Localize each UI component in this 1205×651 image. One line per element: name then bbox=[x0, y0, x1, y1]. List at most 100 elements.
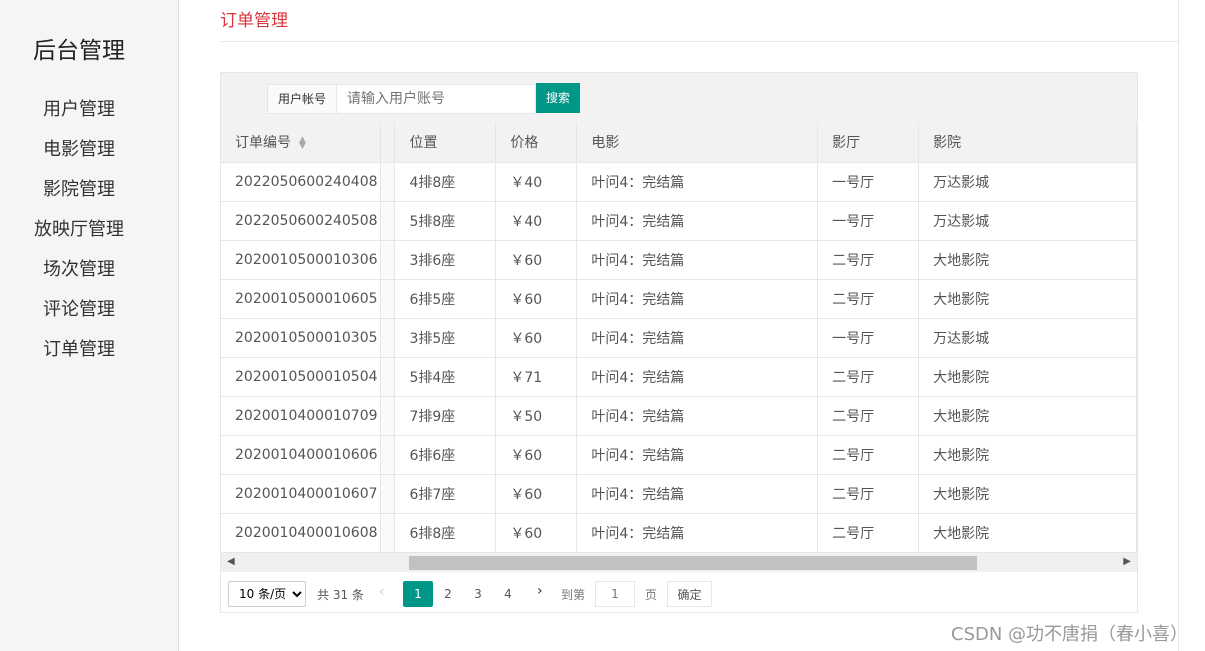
column-gap bbox=[380, 435, 396, 475]
cell-seat: 6排7座 bbox=[394, 474, 497, 514]
cell-order-id: 2020010400010608 bbox=[221, 513, 382, 553]
cell-movie: 叶问4：完结篇 bbox=[576, 279, 819, 319]
cell-seat: 3排5座 bbox=[394, 318, 497, 358]
horizontal-scrollbar[interactable]: ◀ ▶ bbox=[221, 552, 1137, 572]
cell-order-id: 2022050600240408 bbox=[221, 162, 382, 202]
sidebar-item-cinemas[interactable]: 影院管理 bbox=[0, 170, 158, 210]
sidebar-item-halls[interactable]: 放映厅管理 bbox=[0, 210, 158, 250]
column-gap bbox=[380, 474, 396, 514]
sidebar-item-users[interactable]: 用户管理 bbox=[0, 90, 158, 130]
cell-price: ￥50 bbox=[495, 396, 578, 436]
column-gap bbox=[380, 396, 396, 436]
cell-seat: 6排6座 bbox=[394, 435, 497, 475]
column-gap bbox=[380, 123, 396, 163]
cell-cinema: 大地影院 bbox=[918, 279, 1137, 319]
column-header-movie: 电影 bbox=[576, 123, 819, 163]
sidebar-item-orders[interactable]: 订单管理 bbox=[0, 330, 158, 370]
cell-movie: 叶问4：完结篇 bbox=[576, 318, 819, 358]
cell-price: ￥60 bbox=[495, 279, 578, 319]
cell-cinema: 万达影城 bbox=[918, 162, 1137, 202]
cell-price: ￥71 bbox=[495, 357, 578, 397]
column-header-order-id[interactable]: 订单编号 ▲ ▼ bbox=[221, 123, 382, 163]
cell-seat: 6排5座 bbox=[394, 279, 497, 319]
cell-movie: 叶问4：完结篇 bbox=[576, 513, 819, 553]
cell-hall: 二号厅 bbox=[817, 240, 920, 280]
pagination: 10 条/页 共 31 条 ‹ 1 2 3 4 › 到第 页 确定 bbox=[221, 573, 1137, 612]
page-3[interactable]: 3 bbox=[463, 581, 493, 607]
goto-page-input[interactable] bbox=[595, 581, 635, 607]
table-row: 2022050600240408 4排8座 ￥40 叶问4：完结篇 一号厅 万达影城 bbox=[221, 162, 1137, 202]
cell-hall: 二号厅 bbox=[817, 279, 920, 319]
table-row: 2020010500010605 6排5座 ￥60 叶问4：完结篇 二号厅 大地影院 bbox=[221, 279, 1137, 319]
cell-cinema: 大地影院 bbox=[918, 474, 1137, 514]
cell-movie: 叶问4：完结篇 bbox=[576, 474, 819, 514]
column-gap bbox=[380, 240, 396, 280]
total-count: 共 31 条 bbox=[317, 588, 364, 602]
cell-price: ￥60 bbox=[495, 474, 578, 514]
cell-movie: 叶问4：完结篇 bbox=[576, 162, 819, 202]
cell-price: ￥60 bbox=[495, 513, 578, 553]
cell-cinema: 万达影城 bbox=[918, 318, 1137, 358]
cell-order-id: 2020010500010306 bbox=[221, 240, 382, 280]
prev-page-icon[interactable]: ‹ bbox=[379, 584, 385, 600]
cell-seat: 5排4座 bbox=[394, 357, 497, 397]
column-header-hall: 影厅 bbox=[817, 123, 920, 163]
table-row: 2020010500010306 3排6座 ￥60 叶问4：完结篇 二号厅 大地影院 bbox=[221, 240, 1137, 280]
column-gap bbox=[380, 162, 396, 202]
table-body: 2022050600240408 4排8座 ￥40 叶问4：完结篇 一号厅 万达影城 202… bbox=[221, 162, 1137, 553]
cell-hall: 二号厅 bbox=[817, 435, 920, 475]
cell-hall: 二号厅 bbox=[817, 474, 920, 514]
page-4[interactable]: 4 bbox=[493, 581, 523, 607]
cell-seat: 7排9座 bbox=[394, 396, 497, 436]
cell-hall: 二号厅 bbox=[817, 357, 920, 397]
cell-order-id: 2020010400010709 bbox=[221, 396, 382, 436]
sidebar: 后台管理 用户管理 电影管理 影院管理 放映厅管理 场次管理 评论管理 订单管理 bbox=[0, 0, 179, 651]
sidebar-item-comments[interactable]: 评论管理 bbox=[0, 290, 158, 330]
scroll-right-icon[interactable]: ▶ bbox=[1123, 556, 1131, 567]
cell-cinema: 大地影院 bbox=[918, 513, 1137, 553]
page-1[interactable]: 1 bbox=[403, 581, 433, 607]
cell-price: ￥40 bbox=[495, 201, 578, 241]
column-gap bbox=[380, 318, 396, 358]
cell-order-id: 2022050600240508 bbox=[221, 201, 382, 241]
cell-cinema: 大地影院 bbox=[918, 396, 1137, 436]
cell-price: ￥60 bbox=[495, 240, 578, 280]
cell-hall: 一号厅 bbox=[817, 162, 920, 202]
sidebar-nav: 用户管理 电影管理 影院管理 放映厅管理 场次管理 评论管理 订单管理 bbox=[0, 90, 158, 370]
orders-table: 订单编号 ▲ ▼ 位置 价格 电影 影厅 影院 2022050600240408 4排… bbox=[221, 123, 1137, 553]
content-divider bbox=[1178, 0, 1179, 651]
cell-hall: 二号厅 bbox=[817, 513, 920, 553]
cell-hall: 一号厅 bbox=[817, 201, 920, 241]
page-unit-label: 页 bbox=[645, 588, 658, 602]
page-2[interactable]: 2 bbox=[433, 581, 463, 607]
scrollbar-thumb[interactable] bbox=[409, 556, 977, 570]
search-input[interactable] bbox=[336, 84, 536, 114]
cell-hall: 二号厅 bbox=[817, 396, 920, 436]
column-header-price: 价格 bbox=[495, 123, 578, 163]
cell-order-id: 2020010500010504 bbox=[221, 357, 382, 397]
watermark: CSDN @功不唐捐（春小喜） bbox=[951, 624, 1189, 645]
page-title: 订单管理 bbox=[220, 11, 288, 31]
next-page-icon[interactable]: › bbox=[537, 583, 543, 599]
scroll-left-icon[interactable]: ◀ bbox=[227, 556, 235, 567]
sidebar-item-sessions[interactable]: 场次管理 bbox=[0, 250, 158, 290]
cell-order-id: 2020010400010607 bbox=[221, 474, 382, 514]
page-header: 订单管理 bbox=[220, 0, 1178, 42]
search-button[interactable]: 搜索 bbox=[536, 83, 580, 113]
cell-cinema: 大地影院 bbox=[918, 240, 1137, 280]
goto-confirm-button[interactable]: 确定 bbox=[667, 581, 712, 607]
cell-price: ￥60 bbox=[495, 318, 578, 358]
cell-movie: 叶问4：完结篇 bbox=[576, 201, 819, 241]
table-row: 2020010400010607 6排7座 ￥60 叶问4：完结篇 二号厅 大地影院 bbox=[221, 474, 1137, 514]
goto-label: 到第 bbox=[561, 588, 586, 602]
cell-cinema: 大地影院 bbox=[918, 357, 1137, 397]
page-size-select[interactable]: 10 条/页 bbox=[228, 581, 306, 607]
cell-cinema: 大地影院 bbox=[918, 435, 1137, 475]
cell-order-id: 2020010500010605 bbox=[221, 279, 382, 319]
cell-seat: 4排8座 bbox=[394, 162, 497, 202]
sidebar-item-movies[interactable]: 电影管理 bbox=[0, 130, 158, 170]
brand-title: 后台管理 bbox=[33, 38, 125, 64]
search-toolbar: 用户帐号 搜索 bbox=[221, 73, 1137, 123]
column-gap bbox=[380, 279, 396, 319]
sort-icon[interactable]: ▲ ▼ bbox=[299, 136, 306, 151]
